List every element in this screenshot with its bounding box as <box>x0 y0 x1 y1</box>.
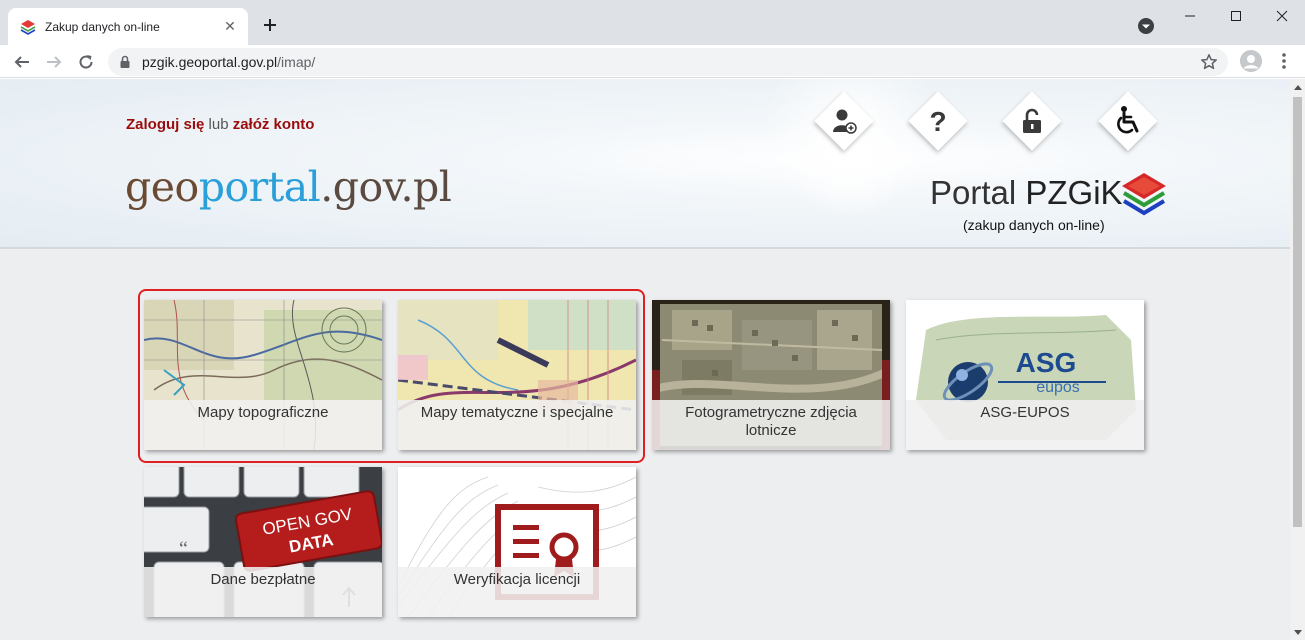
geoportal-logo[interactable]: geoportal.gov.pl <box>125 163 452 211</box>
browser-menu-icon[interactable] <box>1274 51 1294 71</box>
address-bar[interactable]: pzgik.geoportal.gov.pl/imap/ <box>108 48 1228 76</box>
scrollbar-thumb[interactable] <box>1293 97 1302 527</box>
tab-search-icon[interactable] <box>1136 16 1156 36</box>
profile-avatar-icon[interactable] <box>1240 50 1262 72</box>
unlock-button[interactable] <box>1002 91 1062 151</box>
tile-label: Mapy tematyczne i specjalne <box>398 400 636 450</box>
close-tab-icon[interactable]: ✕ <box>222 18 238 35</box>
asg-logo-text: ASG <box>1016 347 1077 378</box>
pzgik-subtitle: (zakup danych on-line) <box>963 217 1105 233</box>
tile-label: ASG-EUPOS <box>906 400 1144 450</box>
forward-icon[interactable] <box>40 48 68 76</box>
logo-part-geo: geo <box>125 163 199 211</box>
back-icon[interactable] <box>8 48 36 76</box>
help-icon: ? <box>917 100 959 142</box>
page-header: Zaloguj się lub załóż konto geoportal.go… <box>0 79 1290 249</box>
tile-aerial-photos[interactable]: Fotogrametryczne zdjęcia lotnicze <box>652 300 890 450</box>
accessibility-button[interactable] <box>1098 91 1158 151</box>
tile-label: Dane bezpłatne <box>144 567 382 617</box>
tile-license-verification[interactable]: Weryfikacja licencji <box>398 467 636 617</box>
maximize-icon[interactable] <box>1213 0 1259 32</box>
tab-title: Zakup danych on-line <box>45 19 160 34</box>
url-host: pzgik.geoportal.gov.pl <box>142 54 278 70</box>
tab-strip: Zakup danych on-line ✕ <box>0 0 1305 45</box>
logo-part-portal: portal <box>198 163 321 211</box>
tile-label: Fotogrametryczne zdjęcia lotnicze <box>652 400 890 450</box>
tile-asg-eupos[interactable]: ASG eupos ASG-EUPOS <box>906 300 1144 450</box>
login-separator: lub <box>204 116 233 133</box>
reload-icon[interactable] <box>72 48 100 76</box>
register-link[interactable]: załóż konto <box>233 116 315 133</box>
tile-topographic-maps[interactable]: Mapy topograficzne <box>144 300 382 450</box>
browser-tab[interactable]: Zakup danych on-line ✕ <box>8 8 248 45</box>
page-viewport: Zaloguj się lub załóż konto geoportal.go… <box>0 79 1305 640</box>
login-line: Zaloguj się lub załóż konto <box>126 116 314 133</box>
logo-part-domain: .gov.pl <box>320 163 452 211</box>
unlock-icon <box>1011 100 1053 142</box>
new-tab-icon[interactable] <box>258 13 282 37</box>
tile-label: Weryfikacja licencji <box>398 567 636 617</box>
tile-free-data[interactable]: “ OPEN GOV DATA Dane bezpłatne <box>144 467 382 617</box>
add-user-icon <box>823 100 865 142</box>
pzgik-layers-logo-icon <box>1122 173 1166 216</box>
pzgik-title[interactable]: Portal PZGiK <box>930 174 1123 212</box>
tile-label: Mapy topograficzne <box>144 400 382 450</box>
scroll-down-icon[interactable] <box>1290 625 1305 640</box>
close-window-icon[interactable] <box>1259 0 1305 32</box>
pzgik-title-bold: PZGiK <box>1025 174 1123 211</box>
add-user-button[interactable] <box>814 91 874 151</box>
accessibility-icon <box>1107 100 1149 142</box>
svg-text:?: ? <box>929 107 946 135</box>
page-scrollbar[interactable] <box>1290 79 1305 640</box>
scroll-up-icon[interactable] <box>1290 79 1305 94</box>
pzgik-favicon-icon <box>20 19 36 35</box>
tile-thematic-maps[interactable]: Mapy tematyczne i specjalne <box>398 300 636 450</box>
bookmark-star-icon[interactable] <box>1200 53 1218 71</box>
help-button[interactable]: ? <box>908 91 968 151</box>
url-path: /imap/ <box>277 54 316 70</box>
minimize-icon[interactable] <box>1167 0 1213 32</box>
browser-toolbar: pzgik.geoportal.gov.pl/imap/ <box>0 45 1305 78</box>
lock-icon[interactable] <box>118 55 132 69</box>
pzgik-title-thin: Portal <box>930 174 1026 211</box>
login-link[interactable]: Zaloguj się <box>126 116 204 133</box>
svg-text:“: “ <box>179 538 188 560</box>
